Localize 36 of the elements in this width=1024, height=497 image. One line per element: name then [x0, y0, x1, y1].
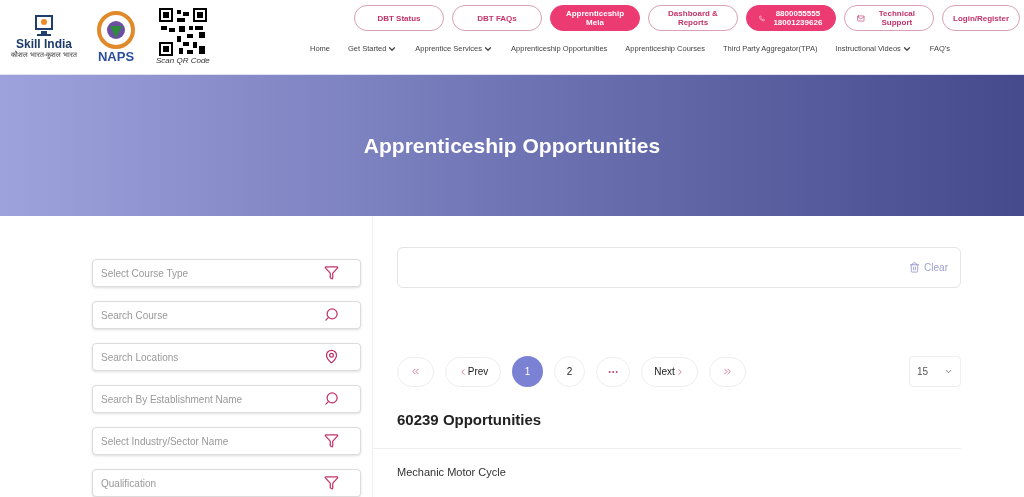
monitor-icon — [33, 14, 55, 38]
header-button[interactable]: Apprenticeship Mela — [550, 5, 640, 31]
page-button[interactable]: 1 — [512, 356, 543, 387]
result-count: 60239 Opportunities — [397, 410, 543, 430]
filter-icon — [324, 475, 339, 490]
trash-icon — [909, 262, 921, 273]
result-title: Mechanic Motor Cycle — [397, 464, 507, 480]
emblem-icon — [96, 10, 136, 50]
search-icon — [324, 391, 339, 406]
page-title: Apprenticeship Opportunities — [363, 132, 661, 159]
header-button[interactable]: Dashboard & Reports — [648, 5, 738, 31]
page-size-select[interactable]: 15 — [909, 356, 961, 387]
caret-icon — [944, 367, 953, 376]
header-button[interactable]: Login/Register — [942, 5, 1020, 31]
filter-field[interactable]: Search Course — [92, 301, 361, 329]
double-chevron-left-icon — [410, 366, 421, 377]
header-button[interactable]: DBT Status — [354, 5, 444, 31]
qr-caption: Scan QR Code — [156, 56, 210, 66]
filter-field[interactable]: Search By Establishment Name — [92, 385, 361, 413]
mail-icon — [857, 12, 865, 24]
filter-field[interactable]: Search Locations — [92, 343, 361, 371]
header-button[interactable]: Technical Support — [844, 5, 934, 31]
logo-title: NAPS — [97, 50, 135, 64]
filter-icon — [324, 433, 339, 448]
qr-code-icon — [158, 8, 207, 56]
filter-field[interactable]: Select Industry/Sector Name — [92, 427, 361, 455]
filter-icon — [324, 265, 339, 280]
double-chevron-right-icon — [722, 366, 733, 377]
header-button[interactable]: DBT FAQs — [452, 5, 542, 31]
filter-field[interactable]: Select Course Type — [92, 259, 361, 287]
phone-icon — [759, 12, 765, 24]
logo-title: Skill India — [16, 38, 72, 51]
filter-field[interactable]: Qualification — [92, 469, 361, 497]
location-icon — [324, 349, 339, 364]
search-icon — [324, 307, 339, 322]
header-button[interactable]: 8800055555 18001239626 — [746, 5, 836, 31]
